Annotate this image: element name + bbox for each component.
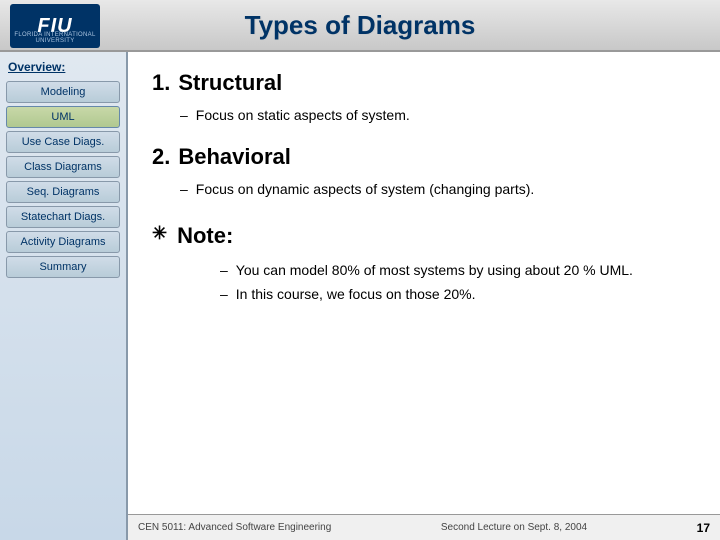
section1-title: Structural: [178, 70, 282, 96]
sidebar-overview-label: Overview:: [6, 60, 120, 74]
main-layout: Overview: Modeling UML Use Case Diags. C…: [0, 52, 720, 540]
section1-header: 1. Structural: [152, 70, 696, 102]
sidebar-item-statechartdiags[interactable]: Statechart Diags.: [6, 206, 120, 228]
sidebar-item-modeling[interactable]: Modeling: [6, 81, 120, 103]
sidebar-item-summary[interactable]: Summary: [6, 256, 120, 278]
note-star: ✳: [152, 223, 167, 244]
sidebar: Overview: Modeling UML Use Case Diags. C…: [0, 52, 128, 540]
note-dash-0: –: [220, 262, 228, 278]
footer: CEN 5011: Advanced Software Engineering …: [128, 514, 720, 540]
section2-dash-0: –: [180, 181, 188, 197]
sidebar-item-uml[interactable]: UML: [6, 106, 120, 128]
section2-title: Behavioral: [178, 144, 291, 170]
note-section: ✳ Note:: [152, 223, 696, 249]
page-title: Types of Diagrams: [245, 10, 476, 41]
section1-text-0: Focus on static aspects of system.: [196, 106, 410, 126]
note-bullet-0: – You can model 80% of most systems by u…: [220, 261, 696, 281]
section-behavioral: 2. Behavioral – Focus on dynamic aspects…: [152, 144, 696, 204]
sidebar-item-classdiagrams[interactable]: Class Diagrams: [6, 156, 120, 178]
footer-lecture: Second Lecture on Sept. 8, 2004: [441, 522, 587, 533]
content-area: 1. Structural – Focus on static aspects …: [128, 52, 720, 540]
note-bullet-1: – In this course, we focus on those 20%.: [220, 285, 696, 305]
section-structural: 1. Structural – Focus on static aspects …: [152, 70, 696, 130]
note-bullets: – You can model 80% of most systems by u…: [192, 261, 696, 308]
footer-course: CEN 5011: Advanced Software Engineering: [138, 522, 331, 533]
section2-number: 2.: [152, 144, 170, 170]
section1-number: 1.: [152, 70, 170, 96]
footer-page: 17: [697, 521, 710, 535]
note-dash-1: –: [220, 286, 228, 302]
sidebar-item-activitydiagrams[interactable]: Activity Diagrams: [6, 231, 120, 253]
logo-sub: FLORIDA INTERNATIONAL UNIVERSITY: [14, 32, 96, 44]
section1-dash-0: –: [180, 107, 188, 123]
header: FIU FLORIDA INTERNATIONAL UNIVERSITY Typ…: [0, 0, 720, 52]
section1-bullet-0: – Focus on static aspects of system.: [180, 106, 696, 126]
note-title: Note:: [177, 223, 233, 249]
logo: FIU FLORIDA INTERNATIONAL UNIVERSITY: [10, 4, 100, 48]
sidebar-item-usecasediags[interactable]: Use Case Diags.: [6, 131, 120, 153]
note-text-1: In this course, we focus on those 20%.: [236, 285, 476, 305]
section2-header: 2. Behavioral: [152, 144, 696, 176]
note-text-0: You can model 80% of most systems by usi…: [236, 261, 633, 281]
section2-bullet-0: – Focus on dynamic aspects of system (ch…: [180, 180, 696, 200]
section2-text-0: Focus on dynamic aspects of system (chan…: [196, 180, 534, 200]
sidebar-item-seqdiagrams[interactable]: Seq. Diagrams: [6, 181, 120, 203]
